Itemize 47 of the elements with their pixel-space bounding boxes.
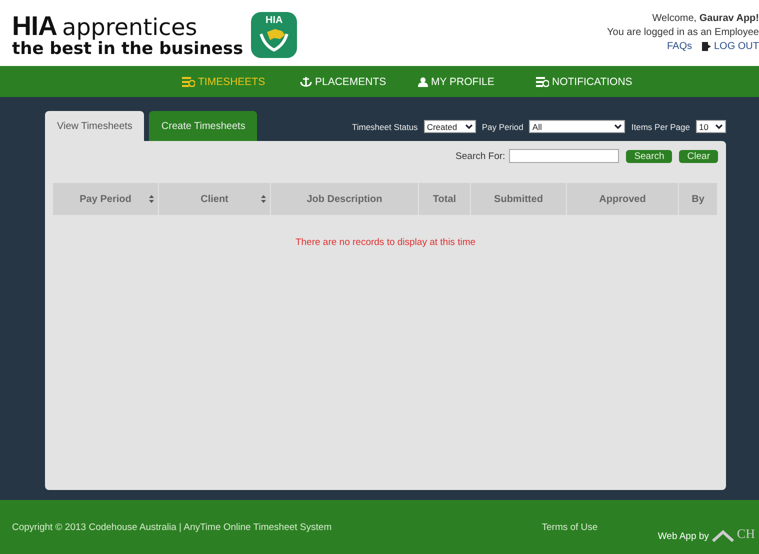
tab[interactable]: Create Timesheets [149, 111, 258, 141]
chevron-down-icon [464, 124, 473, 130]
list-icon [536, 76, 549, 86]
column-header: Job Description [271, 183, 419, 215]
column-header: Submitted [471, 183, 567, 215]
filter-label: Items Per Page [631, 122, 690, 132]
empty-message: There are no records to display at this time [295, 237, 476, 248]
filter-label: Pay Period [482, 122, 524, 132]
list-icon [182, 76, 195, 86]
search-label: Search For: [456, 150, 506, 162]
nav-item[interactable]: TIMESHEETS [182, 76, 300, 88]
user-icon [418, 76, 428, 86]
login-status: You are logged in as an Employee [607, 27, 759, 38]
webapp-credit: Web App by [658, 531, 709, 542]
column-header[interactable]: Client [159, 183, 271, 215]
maker-logo: CH [736, 526, 755, 542]
logo-brand: HIA [12, 10, 57, 40]
logout-link[interactable]: LOG OUT [702, 41, 759, 52]
house-icon [712, 530, 734, 542]
chevron-down-icon [614, 124, 622, 130]
copyright-text: Copyright © 2013 Codehouse Australia | AnyTime Online Timesheet System [12, 522, 332, 532]
column-header: Approved [567, 183, 679, 215]
filter-select[interactable]: 10 [696, 120, 726, 133]
logout-icon [702, 42, 712, 51]
logo-badge: HIA [251, 12, 298, 58]
terms-link[interactable]: Terms of Use [542, 522, 598, 532]
nav-item[interactable]: PLACEMENTS [300, 76, 418, 88]
sort-icon [149, 195, 154, 203]
filter-select[interactable]: Created [424, 120, 476, 133]
column-header[interactable]: Pay Period [53, 183, 159, 215]
tab[interactable]: View Timesheets [45, 111, 144, 141]
sort-icon [261, 195, 266, 203]
logo-word: apprentices [62, 14, 198, 40]
filter-label: Timesheet Status [352, 122, 418, 132]
nav-item[interactable]: NOTIFICATIONS [536, 76, 654, 88]
search-button[interactable]: Search [626, 150, 672, 162]
clear-button[interactable]: Clear [679, 150, 718, 162]
column-header: By [679, 183, 718, 215]
column-header: Total [419, 183, 471, 215]
search-field[interactable] [509, 149, 620, 163]
faqs-link[interactable]: FAQs [666, 41, 692, 52]
filter-select[interactable]: All [529, 120, 626, 133]
nav-item[interactable]: MY PROFILE [418, 76, 536, 88]
chevron-down-icon [715, 124, 723, 130]
anchor-icon [300, 76, 312, 87]
welcome-text: Welcome, Gaurav App! [652, 13, 759, 24]
logo-tagline: the best in the business [12, 40, 244, 58]
